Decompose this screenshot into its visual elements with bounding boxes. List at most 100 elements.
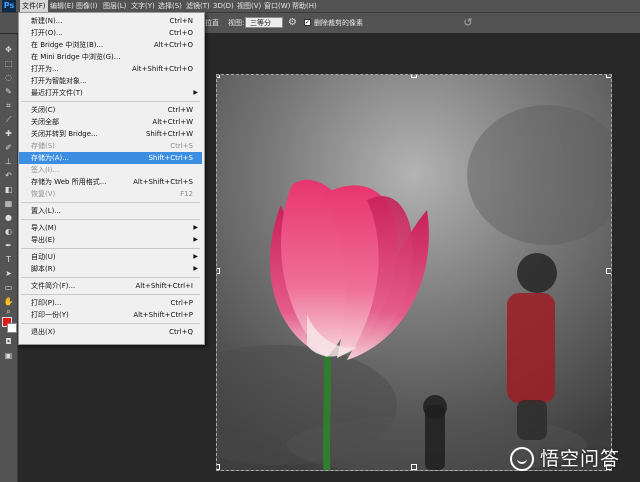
menu-item-label: 脚本(R)	[31, 265, 56, 273]
crop-handle-left[interactable]	[217, 268, 220, 274]
menu-item-shortcut: Alt+Ctrl+W	[152, 118, 193, 126]
spot-heal-icon[interactable]: ✚	[2, 128, 15, 139]
file-menu-item[interactable]: 文件简介(F)... Alt+Shift+Ctrl+I	[19, 280, 202, 292]
file-menu-item[interactable]: 存储为(A)... Shift+Ctrl+S	[19, 152, 202, 164]
menu-item-label: 存储为 Web 所用格式...	[31, 178, 107, 186]
menu-item-label: 导入(M)	[31, 224, 57, 232]
gear-icon[interactable]: ⚙	[287, 17, 298, 28]
menu-item-shortcut: Ctrl+W	[167, 106, 193, 114]
photoshop-logo: Ps	[2, 0, 16, 12]
menu-item-shortcut: Ctrl+O	[169, 29, 193, 37]
menu-item-shortcut: Alt+Ctrl+O	[153, 41, 193, 49]
menu-item-label: 文件简介(F)...	[31, 282, 76, 290]
menu-item-label: 关闭全部	[31, 118, 59, 126]
menu-separator	[21, 202, 200, 203]
file-menu-item[interactable]: 新建(N)... Ctrl+N	[19, 15, 202, 27]
file-menu-item[interactable]: 退出(X) Ctrl+Q	[19, 326, 202, 338]
document-canvas[interactable]	[216, 74, 612, 471]
brush-icon[interactable]: ✐	[2, 142, 15, 153]
menu-edit[interactable]: 编辑(E)	[50, 0, 74, 12]
file-menu-item[interactable]: 导入(M) ▶	[19, 222, 202, 234]
file-menu-item[interactable]: 打开(O)... Ctrl+O	[19, 27, 202, 39]
menu-separator	[21, 323, 200, 324]
view-select[interactable]: 三等分	[245, 17, 283, 28]
menu-item-label: 置入(L)...	[31, 207, 62, 215]
menu-type[interactable]: 文字(Y)	[131, 0, 155, 12]
delete-cropped-label: 删除裁剪的像素	[314, 19, 363, 27]
menu-3d[interactable]: 3D(D)	[213, 0, 234, 12]
type-icon[interactable]: T	[2, 254, 15, 265]
file-menu-item[interactable]: 置入(L)...	[19, 205, 202, 217]
file-menu-item[interactable]: 打印一份(Y) Alt+Shift+Ctrl+P	[19, 309, 202, 321]
menu-help[interactable]: 帮助(H)	[292, 0, 317, 12]
menu-layer[interactable]: 图层(L)	[103, 0, 126, 12]
submenu-arrow-icon: ▶	[193, 265, 198, 272]
quick-mask-icon[interactable]: ◘	[2, 336, 15, 347]
background-color-swatch[interactable]	[7, 323, 17, 333]
file-menu-item: 签入(I)...	[19, 164, 202, 176]
file-menu-item[interactable]: 在 Mini Bridge 中浏览(G)...	[19, 51, 202, 63]
menu-item-label: 存储为(A)...	[31, 154, 69, 162]
crop-handle-bottom-left[interactable]	[217, 464, 220, 470]
screen-mode-icon[interactable]: ▣	[2, 350, 15, 361]
menu-item-label: 关闭(C)	[31, 106, 56, 114]
menu-item-label: 打开为...	[31, 65, 59, 73]
watermark-text: 悟空问答	[540, 448, 621, 470]
menu-filter[interactable]: 滤镜(T)	[186, 0, 210, 12]
menu-window[interactable]: 窗口(W)	[264, 0, 290, 12]
submenu-arrow-icon: ▶	[193, 236, 198, 243]
file-menu-item[interactable]: 打印(P)... Ctrl+P	[19, 297, 202, 309]
dodge-icon[interactable]: ◐	[2, 226, 15, 237]
crop-handle-top-right[interactable]	[606, 75, 611, 78]
file-menu-item[interactable]: 关闭全部 Alt+Ctrl+W	[19, 116, 202, 128]
file-menu-item[interactable]: 最近打开文件(T) ▶	[19, 87, 202, 99]
lasso-icon[interactable]: ◌	[2, 72, 15, 83]
pen-icon[interactable]: ✒	[2, 240, 15, 251]
crop-icon[interactable]: ⌗	[2, 100, 15, 111]
menu-item-label: 在 Mini Bridge 中浏览(G)...	[31, 53, 121, 61]
gradient-icon[interactable]: ▦	[2, 198, 15, 209]
menu-item-label: 在 Bridge 中浏览(B)...	[31, 41, 104, 49]
file-menu-item[interactable]: 存储为 Web 所用格式... Alt+Shift+Ctrl+S	[19, 176, 202, 188]
file-menu-item[interactable]: 自动(U) ▶	[19, 251, 202, 263]
quick-select-icon[interactable]: ✎	[2, 86, 15, 97]
file-menu-item[interactable]: 打开为智能对象...	[19, 75, 202, 87]
menu-item-shortcut: Ctrl+Q	[169, 328, 193, 336]
menu-image[interactable]: 图像(I)	[76, 0, 98, 12]
menu-separator	[21, 294, 200, 295]
eyedropper-icon[interactable]: ⟋	[2, 114, 15, 125]
menu-select[interactable]: 选择(S)	[158, 0, 182, 12]
file-menu-item[interactable]: 打开为... Alt+Shift+Ctrl+O	[19, 63, 202, 75]
crop-handle-top[interactable]	[411, 75, 417, 78]
crop-handle-bottom[interactable]	[411, 464, 417, 470]
file-menu-item[interactable]: 在 Bridge 中浏览(B)... Alt+Ctrl+O	[19, 39, 202, 51]
file-menu-item[interactable]: 关闭并转到 Bridge... Shift+Ctrl+W	[19, 128, 202, 140]
zoom-icon[interactable]: ⌕	[2, 306, 15, 317]
crop-handle-top-left[interactable]	[217, 75, 220, 78]
file-menu-item[interactable]: 脚本(R) ▶	[19, 263, 202, 275]
submenu-arrow-icon: ▶	[193, 89, 198, 96]
menu-view[interactable]: 视图(V)	[237, 0, 261, 12]
straighten-label[interactable]: 拉直	[205, 13, 219, 33]
rectangle-icon[interactable]: ▭	[2, 282, 15, 293]
clone-stamp-icon[interactable]: ⊥	[2, 156, 15, 167]
menu-item-label: 打印一份(Y)	[31, 311, 69, 319]
delete-cropped-checkbox[interactable]: ✓	[304, 19, 311, 26]
eraser-icon[interactable]: ◧	[2, 184, 15, 195]
path-select-icon[interactable]: ➤	[2, 268, 15, 279]
reset-rotate-icon[interactable]: ↺	[462, 16, 474, 29]
move-icon[interactable]: ✥	[2, 44, 15, 55]
file-menu-item[interactable]: 导出(E) ▶	[19, 234, 202, 246]
menu-separator	[21, 101, 200, 102]
crop-handle-right[interactable]	[606, 268, 611, 274]
menu-file[interactable]: 文件(F)	[20, 0, 48, 12]
history-brush-icon[interactable]: ↶	[2, 170, 15, 181]
menu-separator	[21, 277, 200, 278]
view-label: 视图:	[228, 19, 245, 27]
menu-item-label: 打印(P)...	[31, 299, 62, 307]
menu-item-shortcut: Shift+Ctrl+S	[148, 154, 193, 162]
file-menu-item[interactable]: 关闭(C) Ctrl+W	[19, 104, 202, 116]
blur-icon[interactable]: ●	[2, 212, 15, 223]
marquee-icon[interactable]: ⬚	[2, 58, 15, 69]
submenu-arrow-icon: ▶	[193, 224, 198, 231]
